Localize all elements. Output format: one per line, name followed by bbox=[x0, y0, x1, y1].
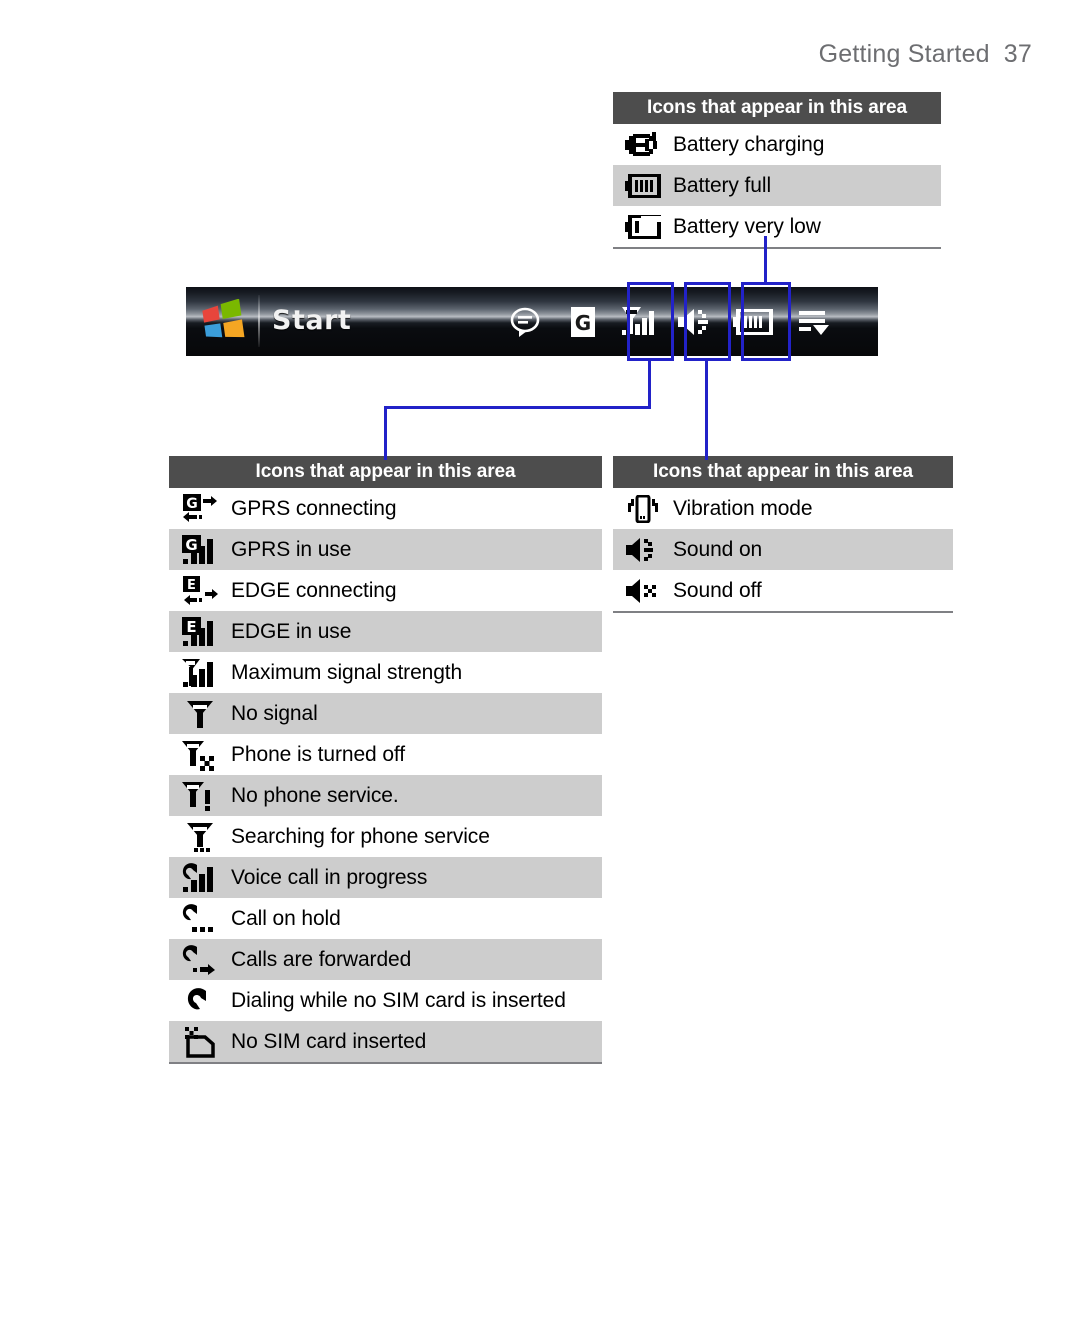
signal-icons-table: Icons that appear in this area G GPRS co… bbox=[169, 456, 602, 1064]
row-label: Battery charging bbox=[673, 132, 825, 156]
svg-text:G: G bbox=[575, 311, 591, 335]
highlight-box-signal bbox=[627, 282, 674, 361]
dialing-no-sim-icon bbox=[169, 980, 231, 1021]
connector-signal-vertical-top bbox=[648, 358, 651, 408]
table-row: Phone is turned off bbox=[169, 734, 602, 775]
voice-call-in-progress-icon bbox=[169, 857, 231, 898]
no-phone-service-icon bbox=[169, 775, 231, 816]
row-label: EDGE in use bbox=[231, 619, 352, 643]
sound-table-body: Vibration mode Sound on Sound off bbox=[613, 488, 953, 613]
table-row: No phone service. bbox=[169, 775, 602, 816]
svg-text:E: E bbox=[187, 578, 196, 593]
row-label: No SIM card inserted bbox=[231, 1029, 427, 1053]
connector-battery bbox=[764, 236, 767, 284]
table-row: E EDGE in use bbox=[169, 611, 602, 652]
table-row: No SIM card inserted bbox=[169, 1021, 602, 1062]
svg-text:E: E bbox=[186, 618, 196, 636]
table-row: No signal bbox=[169, 693, 602, 734]
row-label: No phone service. bbox=[231, 783, 399, 807]
searching-for-service-icon bbox=[169, 816, 231, 857]
table-row: G GPRS connecting bbox=[169, 488, 602, 529]
row-label: Maximum signal strength bbox=[231, 660, 463, 684]
messaging-icon[interactable] bbox=[503, 301, 547, 343]
signal-table-body: G GPRS connecting G GPRS in use E EDGE c… bbox=[169, 488, 602, 1064]
row-label: Dialing while no SIM card is inserted bbox=[231, 988, 566, 1012]
no-sim-card-icon bbox=[169, 1021, 231, 1062]
table-row: Dialing while no SIM card is inserted bbox=[169, 980, 602, 1021]
highlight-box-battery bbox=[741, 282, 791, 361]
gprs-in-use-icon: G bbox=[169, 529, 231, 570]
gprs-indicator-icon[interactable]: G bbox=[561, 301, 605, 343]
row-label: Vibration mode bbox=[673, 496, 813, 520]
sound-off-icon bbox=[613, 570, 673, 611]
row-label: Call on hold bbox=[231, 906, 341, 930]
row-label: Phone is turned off bbox=[231, 742, 406, 766]
table-row: Vibration mode bbox=[613, 488, 953, 529]
gprs-connecting-icon: G bbox=[169, 488, 231, 529]
phone-off-icon bbox=[169, 734, 231, 775]
maximum-signal-strength-icon bbox=[169, 652, 231, 693]
row-label: Sound on bbox=[673, 537, 763, 561]
sound-table-heading: Icons that appear in this area bbox=[613, 456, 953, 488]
signal-table-heading: Icons that appear in this area bbox=[169, 456, 602, 488]
battery-charging-icon bbox=[613, 124, 673, 165]
battery-full-icon bbox=[613, 165, 673, 206]
battery-table-body: Battery charging Battery full Battery ve… bbox=[613, 124, 941, 249]
row-label: Battery very low bbox=[673, 214, 821, 238]
table-row: Sound on bbox=[613, 529, 953, 570]
table-row: Calls are forwarded bbox=[169, 939, 602, 980]
windows-logo-icon[interactable] bbox=[201, 298, 245, 343]
row-label: No signal bbox=[231, 701, 318, 725]
svg-text:G: G bbox=[185, 536, 197, 554]
connector-signal-vertical-bottom bbox=[384, 406, 387, 460]
connector-signal-horizontal bbox=[384, 406, 651, 409]
start-button-label[interactable]: Start bbox=[272, 305, 351, 336]
row-label: Calls are forwarded bbox=[231, 947, 412, 971]
page-title: Getting Started bbox=[818, 40, 990, 68]
connector-sound bbox=[705, 358, 708, 460]
table-row: E EDGE connecting bbox=[169, 570, 602, 611]
row-label: Sound off bbox=[673, 578, 762, 602]
row-label: Voice call in progress bbox=[231, 865, 428, 889]
sound-on-icon bbox=[613, 529, 673, 570]
table-row: Searching for phone service bbox=[169, 816, 602, 857]
page-number: 37 bbox=[1003, 40, 1032, 68]
highlight-box-sound bbox=[684, 282, 731, 361]
table-row: G GPRS in use bbox=[169, 529, 602, 570]
battery-very-low-icon bbox=[613, 206, 673, 247]
sound-icons-table: Icons that appear in this area Vibration bbox=[613, 456, 953, 613]
row-label: GPRS connecting bbox=[231, 496, 397, 520]
table-row: Call on hold bbox=[169, 898, 602, 939]
row-label: GPRS in use bbox=[231, 537, 352, 561]
row-label: Searching for phone service bbox=[231, 824, 490, 848]
menu-icon[interactable] bbox=[791, 301, 835, 343]
start-bar-divider bbox=[258, 295, 260, 347]
calls-forwarded-icon bbox=[169, 939, 231, 980]
table-row: Battery charging bbox=[613, 124, 941, 165]
edge-in-use-icon: E bbox=[169, 611, 231, 652]
row-label: EDGE connecting bbox=[231, 578, 397, 602]
table-row: Sound off bbox=[613, 570, 953, 611]
page-header: Getting Started 37 bbox=[819, 40, 1032, 69]
row-label: Battery full bbox=[673, 173, 772, 197]
vibration-mode-icon bbox=[613, 488, 673, 529]
battery-icons-table: Icons that appear in this area Battery c… bbox=[613, 92, 941, 249]
call-on-hold-icon bbox=[169, 898, 231, 939]
battery-table-heading: Icons that appear in this area bbox=[613, 92, 941, 124]
table-row: Battery full bbox=[613, 165, 941, 206]
table-row: Battery very low bbox=[613, 206, 941, 247]
table-row: Maximum signal strength bbox=[169, 652, 602, 693]
no-signal-icon bbox=[169, 693, 231, 734]
svg-text:G: G bbox=[186, 496, 198, 512]
table-row: Voice call in progress bbox=[169, 857, 602, 898]
edge-connecting-icon: E bbox=[169, 570, 231, 611]
